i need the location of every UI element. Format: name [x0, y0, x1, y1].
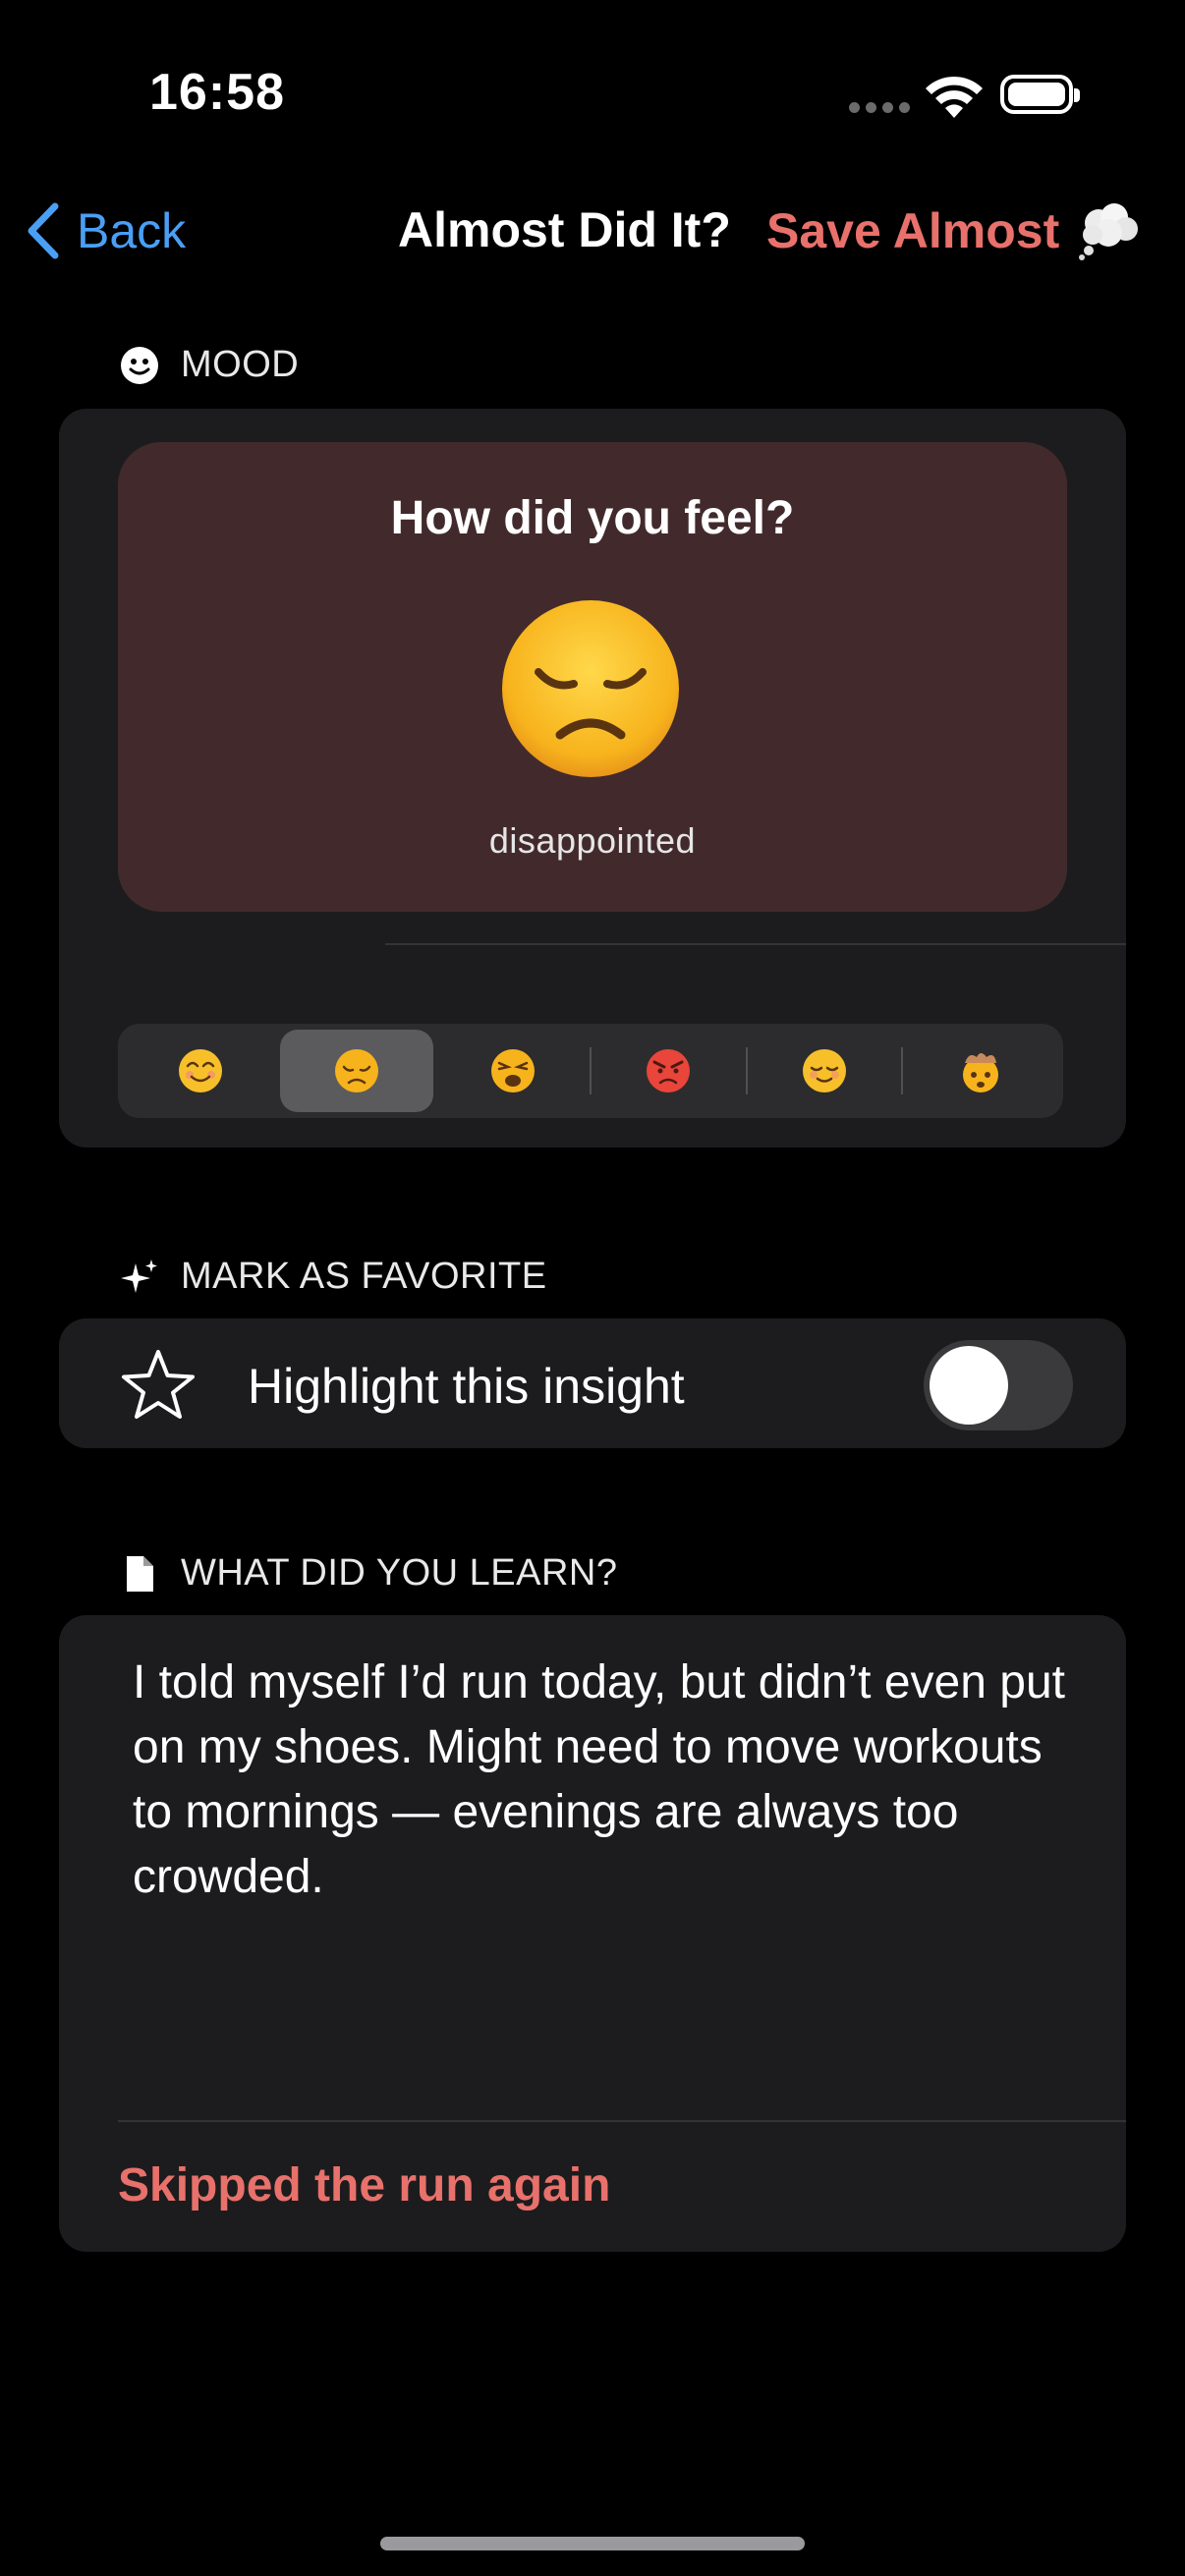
- battery-icon: [1000, 75, 1080, 114]
- divider: [118, 2120, 1126, 2122]
- highlight-label: Highlight this insight: [248, 1359, 685, 1414]
- chevron-left-icon: [28, 202, 59, 259]
- wifi-icon: [926, 76, 983, 118]
- learn-section-header: WHAT DID YOU LEARN?: [120, 1552, 617, 1595]
- sparkles-icon: [121, 1259, 157, 1293]
- cellular-signal-icon: [849, 102, 910, 113]
- save-almost-button[interactable]: Save Almost: [766, 196, 1140, 265]
- star-icon: [122, 1350, 195, 1419]
- angry-face-icon: [647, 1049, 691, 1092]
- mood-option-exploding-head[interactable]: [903, 1030, 1057, 1112]
- learn-text-area[interactable]: I told myself I’d run today, but didn’t …: [133, 1651, 1076, 1910]
- selected-mood-label: disappointed: [488, 820, 697, 861]
- weary-face-icon: [490, 1049, 535, 1092]
- smiley-icon: [121, 346, 158, 384]
- favorite-header-label: MARK AS FAVORITE: [181, 1256, 547, 1297]
- relieved-face-icon: [803, 1049, 847, 1092]
- mood-question: How did you feel?: [390, 492, 795, 544]
- smiling-face-icon: [179, 1049, 223, 1092]
- status-time: 16:58: [149, 64, 285, 121]
- disappointed-face-small-icon: [335, 1049, 378, 1092]
- back-label: Back: [77, 203, 187, 258]
- back-button[interactable]: Back: [24, 196, 186, 265]
- mood-option-angry[interactable]: [592, 1030, 746, 1112]
- mood-option-relieved[interactable]: [748, 1030, 902, 1112]
- mood-option-smiling[interactable]: [124, 1030, 278, 1112]
- thought-cloud-icon: [1079, 203, 1139, 260]
- learn-header-label: WHAT DID YOU LEARN?: [181, 1552, 618, 1594]
- save-label: Save Almost: [766, 203, 1060, 258]
- mood-section-header: MOOD: [120, 344, 299, 386]
- mood-option-disappointed[interactable]: [279, 1030, 434, 1112]
- disappointed-face-icon: [502, 600, 679, 777]
- mood-option-weary[interactable]: [435, 1030, 590, 1112]
- highlight-toggle[interactable]: [924, 1340, 1073, 1430]
- mood-picker[interactable]: [118, 1024, 1063, 1118]
- page-title: Almost Did It?: [398, 202, 731, 257]
- divider: [385, 943, 1126, 945]
- favorite-section-header: MARK AS FAVORITE: [120, 1256, 547, 1298]
- home-indicator[interactable]: [380, 2537, 805, 2550]
- document-icon: [127, 1555, 153, 1592]
- toggle-knob: [930, 1346, 1008, 1425]
- insight-title-field[interactable]: Skipped the run again: [118, 2158, 610, 2212]
- mood-header-label: MOOD: [181, 344, 300, 385]
- exploding-head-icon: [962, 1053, 998, 1092]
